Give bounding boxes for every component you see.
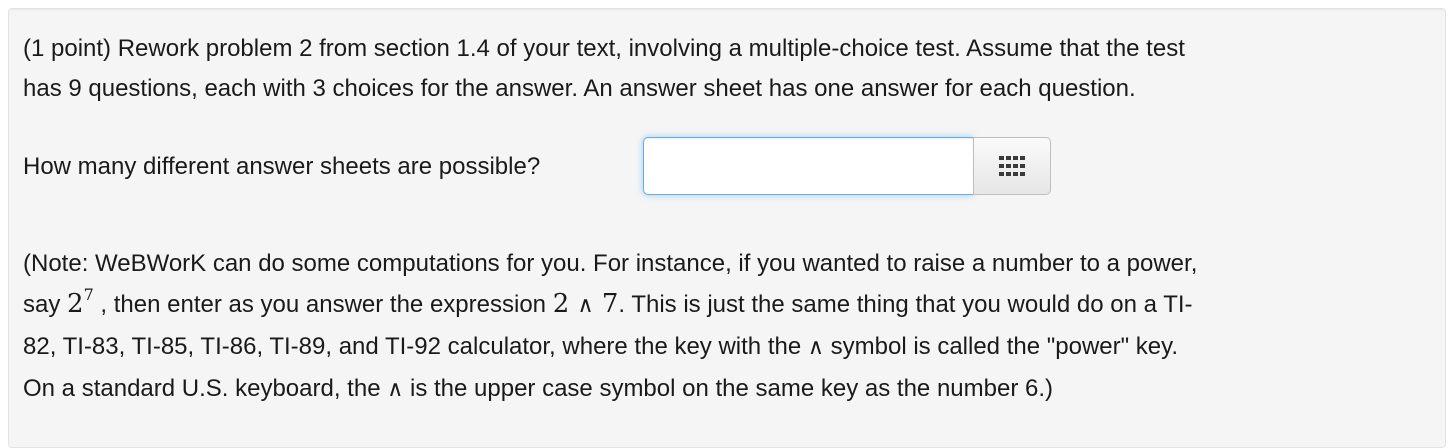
expression-example: 2 ∧ 7	[553, 289, 619, 319]
note-line-2-text-a: say	[23, 291, 68, 318]
problem-statement: (1 point) Rework problem 2 from section …	[23, 29, 1185, 109]
problem-panel: (1 point) Rework problem 2 from section …	[8, 8, 1446, 448]
note-line-4-text-a: On a standard U.S. keyboard, the	[23, 375, 388, 402]
note-line-3-text-a: 82, TI-83, TI-85, TI-86, TI-89, and TI-9…	[23, 333, 808, 360]
caret-symbol: ∧	[807, 335, 824, 360]
caret-symbol: ∧	[387, 377, 404, 402]
problem-statement-line-2: has 9 questions, each with 3 choices for…	[23, 75, 1136, 102]
note-line-2-text-c: . This is just the same thing that you w…	[618, 291, 1193, 318]
caret-symbol: ∧	[577, 293, 594, 318]
note-line-4: On a standard U.S. keyboard, the ∧ is th…	[23, 368, 1197, 410]
note-line-3: 82, TI-83, TI-85, TI-86, TI-89, and TI-9…	[23, 326, 1197, 368]
answer-input[interactable]	[643, 137, 973, 195]
question-label: How many different answer sheets are pos…	[23, 153, 541, 180]
note-line-2-text-b: , then enter as you answer the expressio…	[93, 291, 553, 318]
note-line-2: say 27 , then enter as you answer the ex…	[23, 284, 1197, 326]
note-line-3-text-b: symbol is called the "power" key.	[823, 333, 1179, 360]
power-example-base: 2	[67, 289, 84, 319]
power-example-exponent: 7	[83, 285, 94, 304]
question-row: How many different answer sheets are pos…	[23, 137, 1051, 197]
expression-right: 7	[601, 289, 619, 319]
expression-left: 2	[552, 289, 570, 319]
equation-editor-button[interactable]	[973, 137, 1051, 195]
power-example: 27	[67, 287, 94, 320]
note-line-4-text-b: is the upper case symbol on the same key…	[403, 375, 1053, 402]
note-line-1: (Note: WeBWorK can do some computations …	[23, 250, 1198, 277]
problem-statement-line-1: (1 point) Rework problem 2 from section …	[23, 35, 1185, 62]
note-text: (Note: WeBWorK can do some computations …	[23, 243, 1197, 410]
grid-icon	[999, 156, 1025, 176]
